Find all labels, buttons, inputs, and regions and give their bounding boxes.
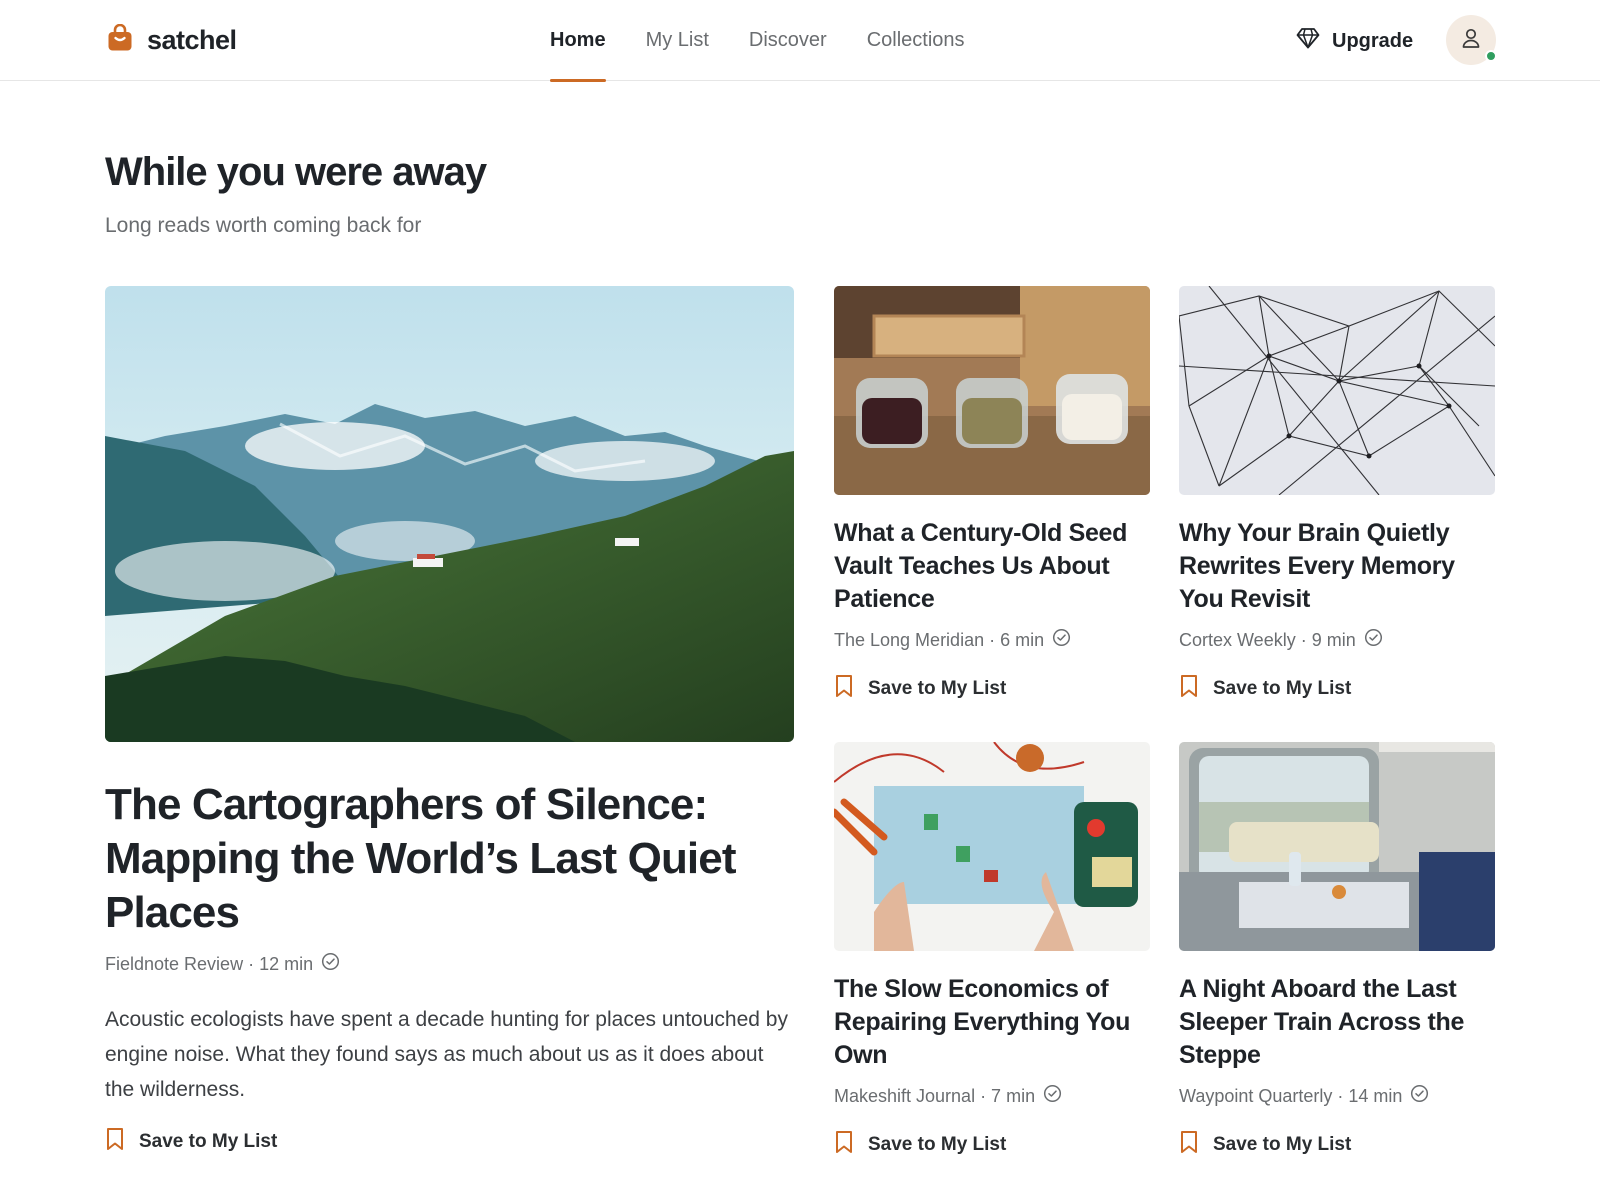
- user-icon: [1460, 27, 1482, 54]
- online-status-dot: [1485, 50, 1497, 62]
- save-label: Save to My List: [1213, 678, 1352, 699]
- featured-title[interactable]: The Cartographers of Silence: Mapping th…: [105, 778, 794, 940]
- featured-source: Fieldnote Review · 12 min: [105, 953, 314, 974]
- section-subtitle: Long reads worth coming back for: [105, 214, 422, 237]
- check-circle-icon: [321, 952, 340, 976]
- diamond-icon: [1296, 27, 1320, 55]
- section-title: While you were away: [105, 150, 487, 194]
- soldering-desk-image[interactable]: [834, 742, 1150, 951]
- tab-my-list[interactable]: My List: [646, 0, 709, 81]
- article-card: A Night Aboard the Last Sleeper Train Ac…: [1179, 742, 1495, 1160]
- string-network-image[interactable]: [1179, 286, 1495, 495]
- featured-meta: Fieldnote Review · 12 min: [105, 952, 794, 976]
- save-to-list-button[interactable]: Save to My List: [834, 674, 1006, 704]
- brand-name: satchel: [147, 24, 237, 55]
- article-source: The Long Meridian · 6 min: [834, 629, 1045, 650]
- article-meta: The Long Meridian · 6 min: [834, 628, 1150, 652]
- avatar[interactable]: [1446, 15, 1497, 65]
- bookmark-icon: [105, 1127, 125, 1157]
- article-card: What a Century-Old Seed Vault Teaches Us…: [834, 286, 1150, 704]
- top-nav-bar: satchel Home My List Discover Collection…: [0, 0, 1600, 82]
- article-title[interactable]: A Night Aboard the Last Sleeper Train Ac…: [1179, 973, 1495, 1072]
- train-cabin-image[interactable]: [1179, 742, 1495, 951]
- bookmark-icon: [834, 1130, 854, 1160]
- misty-mountain-image[interactable]: [105, 286, 794, 742]
- check-circle-icon: [1043, 1084, 1062, 1108]
- article-card: Why Your Brain Quietly Rewrites Every Me…: [1179, 286, 1495, 704]
- save-to-list-button[interactable]: Save to My List: [834, 1130, 1006, 1160]
- save-label: Save to My List: [139, 1131, 278, 1152]
- upgrade-label: Upgrade: [1332, 29, 1414, 52]
- save-to-list-button[interactable]: Save to My List: [1179, 1130, 1351, 1160]
- featured-article: The Cartographers of Silence: Mapping th…: [105, 286, 794, 1157]
- seed-jars-image[interactable]: [834, 286, 1150, 495]
- brand-logo-link[interactable]: satchel: [107, 22, 237, 58]
- tab-collections[interactable]: Collections: [867, 0, 965, 81]
- featured-excerpt: Acoustic ecologists have spent a decade …: [105, 1008, 788, 1101]
- article-title[interactable]: The Slow Economics of Repairing Everythi…: [834, 973, 1150, 1072]
- bag-icon: [107, 23, 133, 57]
- article-meta: Waypoint Quarterly · 14 min: [1179, 1084, 1495, 1108]
- article-source: Makeshift Journal · 7 min: [834, 1085, 1036, 1106]
- article-card: The Slow Economics of Repairing Everythi…: [834, 742, 1150, 1160]
- upgrade-button[interactable]: Upgrade: [1296, 22, 1413, 60]
- save-to-list-button[interactable]: Save to My List: [1179, 674, 1351, 704]
- article-source: Cortex Weekly · 9 min: [1179, 629, 1356, 650]
- save-label: Save to My List: [868, 678, 1007, 699]
- save-label: Save to My List: [868, 1134, 1007, 1155]
- article-meta: Cortex Weekly · 9 min: [1179, 628, 1495, 652]
- check-circle-icon: [1052, 628, 1071, 652]
- tab-home[interactable]: Home: [550, 0, 606, 82]
- bookmark-icon: [1179, 1130, 1199, 1160]
- article-meta: Makeshift Journal · 7 min: [834, 1084, 1150, 1108]
- article-title[interactable]: Why Your Brain Quietly Rewrites Every Me…: [1179, 517, 1495, 616]
- save-label: Save to My List: [1213, 1134, 1352, 1155]
- check-circle-icon: [1410, 1084, 1429, 1108]
- tab-discover[interactable]: Discover: [749, 0, 827, 81]
- main-nav: Home My List Discover Collections: [550, 0, 965, 82]
- article-title[interactable]: What a Century-Old Seed Vault Teaches Us…: [834, 517, 1150, 616]
- bookmark-icon: [834, 674, 854, 704]
- article-source: Waypoint Quarterly · 14 min: [1179, 1085, 1403, 1106]
- bookmark-icon: [1179, 674, 1199, 704]
- save-to-list-button[interactable]: Save to My List: [105, 1127, 277, 1157]
- check-circle-icon: [1364, 628, 1383, 652]
